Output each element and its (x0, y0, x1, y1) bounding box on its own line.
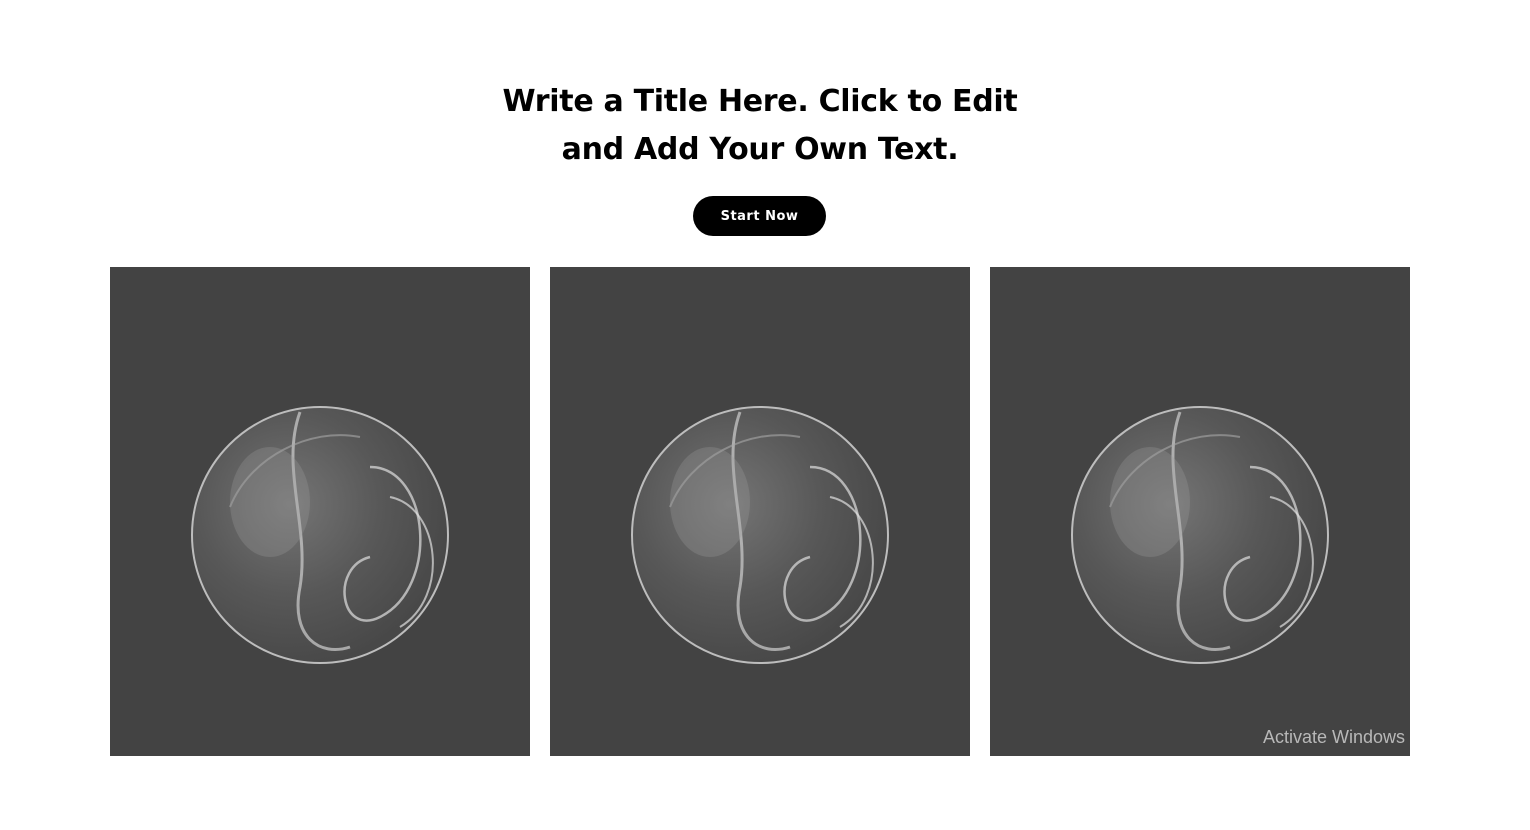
glass-sphere-image (1071, 406, 1329, 664)
glass-sphere-image (191, 406, 449, 664)
gallery-tile-3[interactable] (990, 267, 1410, 756)
activate-windows-watermark: Activate Windows (1263, 727, 1406, 747)
hero-title[interactable]: Write a Title Here. Click to Edit and Ad… (0, 78, 1520, 174)
page: Write a Title Here. Click to Edit and Ad… (0, 0, 1530, 830)
hero-title-line-1[interactable]: Write a Title Here. Click to Edit (0, 78, 1520, 126)
image-gallery (110, 267, 1410, 756)
start-now-button[interactable]: Start Now (693, 196, 826, 236)
hero-section: Write a Title Here. Click to Edit and Ad… (0, 78, 1520, 174)
glass-sphere-image (631, 406, 889, 664)
gallery-tile-2[interactable] (550, 267, 970, 756)
gallery-tile-1[interactable] (110, 267, 530, 756)
hero-title-line-2[interactable]: and Add Your Own Text. (0, 126, 1520, 174)
